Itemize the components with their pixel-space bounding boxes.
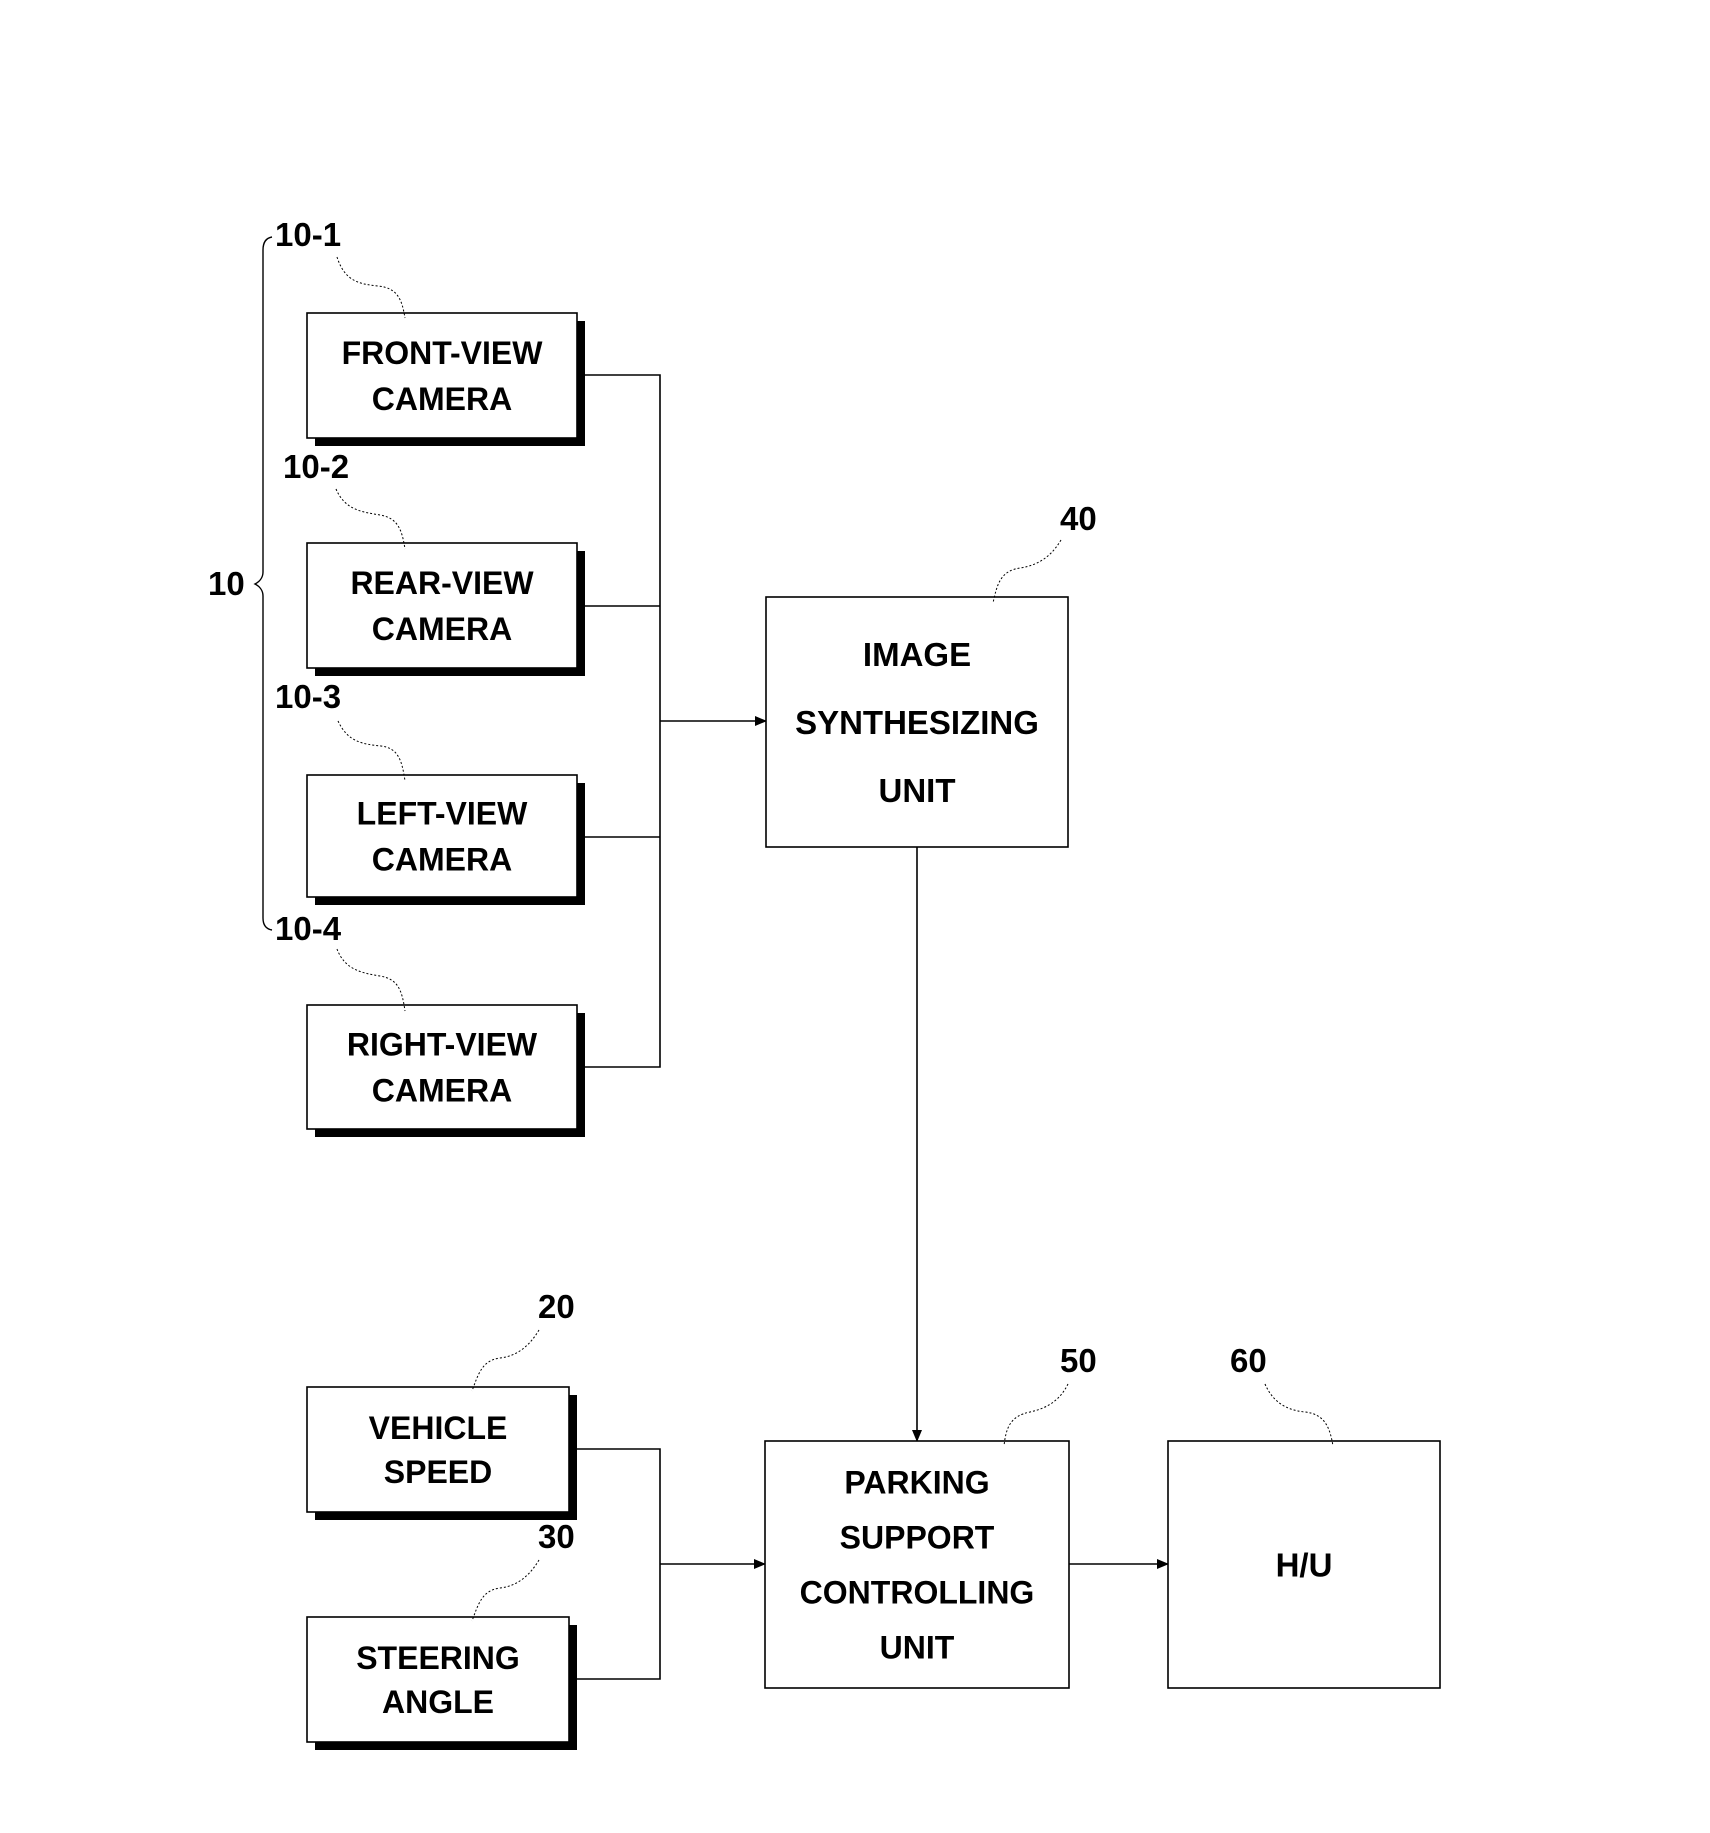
block-box — [306, 1616, 570, 1743]
block-box — [306, 1004, 578, 1130]
leader-line — [1264, 1383, 1334, 1447]
group-bracket — [253, 236, 273, 931]
block-speed: VEHICLE SPEED — [306, 1386, 577, 1520]
reference-numeral: 40 — [1060, 500, 1097, 537]
leader-line — [471, 1559, 540, 1622]
block-label-line: UNIT — [880, 1630, 955, 1666]
block-label-line: CAMERA — [372, 1073, 512, 1109]
reference-numeral: 10-3 — [275, 678, 341, 715]
leader-line — [992, 539, 1062, 604]
reference-numeral: 50 — [1060, 1342, 1097, 1379]
block-label-line: SPEED — [384, 1454, 492, 1490]
block-label-line: SYNTHESIZING — [795, 704, 1039, 741]
block-box — [306, 1386, 570, 1513]
leader-line — [335, 488, 406, 550]
block-park: PARKING SUPPORT CONTROLLING UNIT — [764, 1440, 1070, 1689]
block-label-line: STEERING — [356, 1640, 520, 1676]
leader-line — [1003, 1383, 1069, 1447]
block-label-line: RIGHT-VIEW — [347, 1027, 538, 1063]
blocks: FRONT-VIEWCAMERAREAR-VIEWCAMERALEFT-VIEW… — [306, 312, 1441, 1750]
block-label-line: FRONT-VIEW — [342, 335, 544, 371]
leader-line — [337, 720, 406, 782]
block-label-line: CAMERA — [372, 842, 512, 878]
block-label-line: UNIT — [879, 772, 956, 809]
block-right: RIGHT-VIEW CAMERA — [306, 1004, 585, 1137]
block-label-line: IMAGE — [863, 636, 971, 673]
block-box — [306, 542, 578, 669]
block-label-line: REAR-VIEW — [350, 565, 534, 601]
leader-line — [471, 1329, 540, 1392]
reference-numeral: 30 — [538, 1518, 575, 1555]
block-steer: STEERING ANGLE — [306, 1616, 577, 1750]
reference-numeral: 20 — [538, 1288, 575, 1325]
group-reference-numeral: 10 — [208, 565, 245, 602]
block-label-line: CAMERA — [372, 381, 512, 417]
block-label-line: H/U — [1276, 1546, 1333, 1583]
block-image: IMAGE SYNTHESIZING UNIT — [765, 596, 1069, 848]
sensor-bus — [577, 1448, 661, 1680]
block-label-line: CONTROLLING — [800, 1575, 1035, 1611]
block-label-line: SUPPORT — [840, 1520, 995, 1556]
block-hu: H/U — [1167, 1440, 1441, 1689]
block-label-line: ANGLE — [382, 1684, 494, 1720]
block-left: LEFT-VIEW CAMERA — [306, 774, 585, 905]
camera-bus — [585, 374, 661, 1068]
block-label-line: CAMERA — [372, 611, 512, 647]
block-diagram: FRONT-VIEWCAMERAREAR-VIEWCAMERALEFT-VIEW… — [208, 216, 1441, 1750]
block-box — [306, 312, 578, 439]
leader-line — [336, 256, 406, 319]
block-rear: REAR-VIEW CAMERA — [306, 542, 585, 676]
block-box — [306, 774, 578, 898]
reference-numeral: 10-1 — [275, 216, 341, 253]
reference-numeral: 10-4 — [275, 910, 342, 947]
reference-numeral: 60 — [1230, 1342, 1267, 1379]
reference-numeral: 10-2 — [283, 448, 349, 485]
block-label-line: VEHICLE — [369, 1410, 508, 1446]
block-front: FRONT-VIEW CAMERA — [306, 312, 585, 446]
leader-line — [336, 948, 406, 1012]
block-label-line: PARKING — [844, 1465, 989, 1501]
block-label-line: LEFT-VIEW — [357, 796, 528, 832]
